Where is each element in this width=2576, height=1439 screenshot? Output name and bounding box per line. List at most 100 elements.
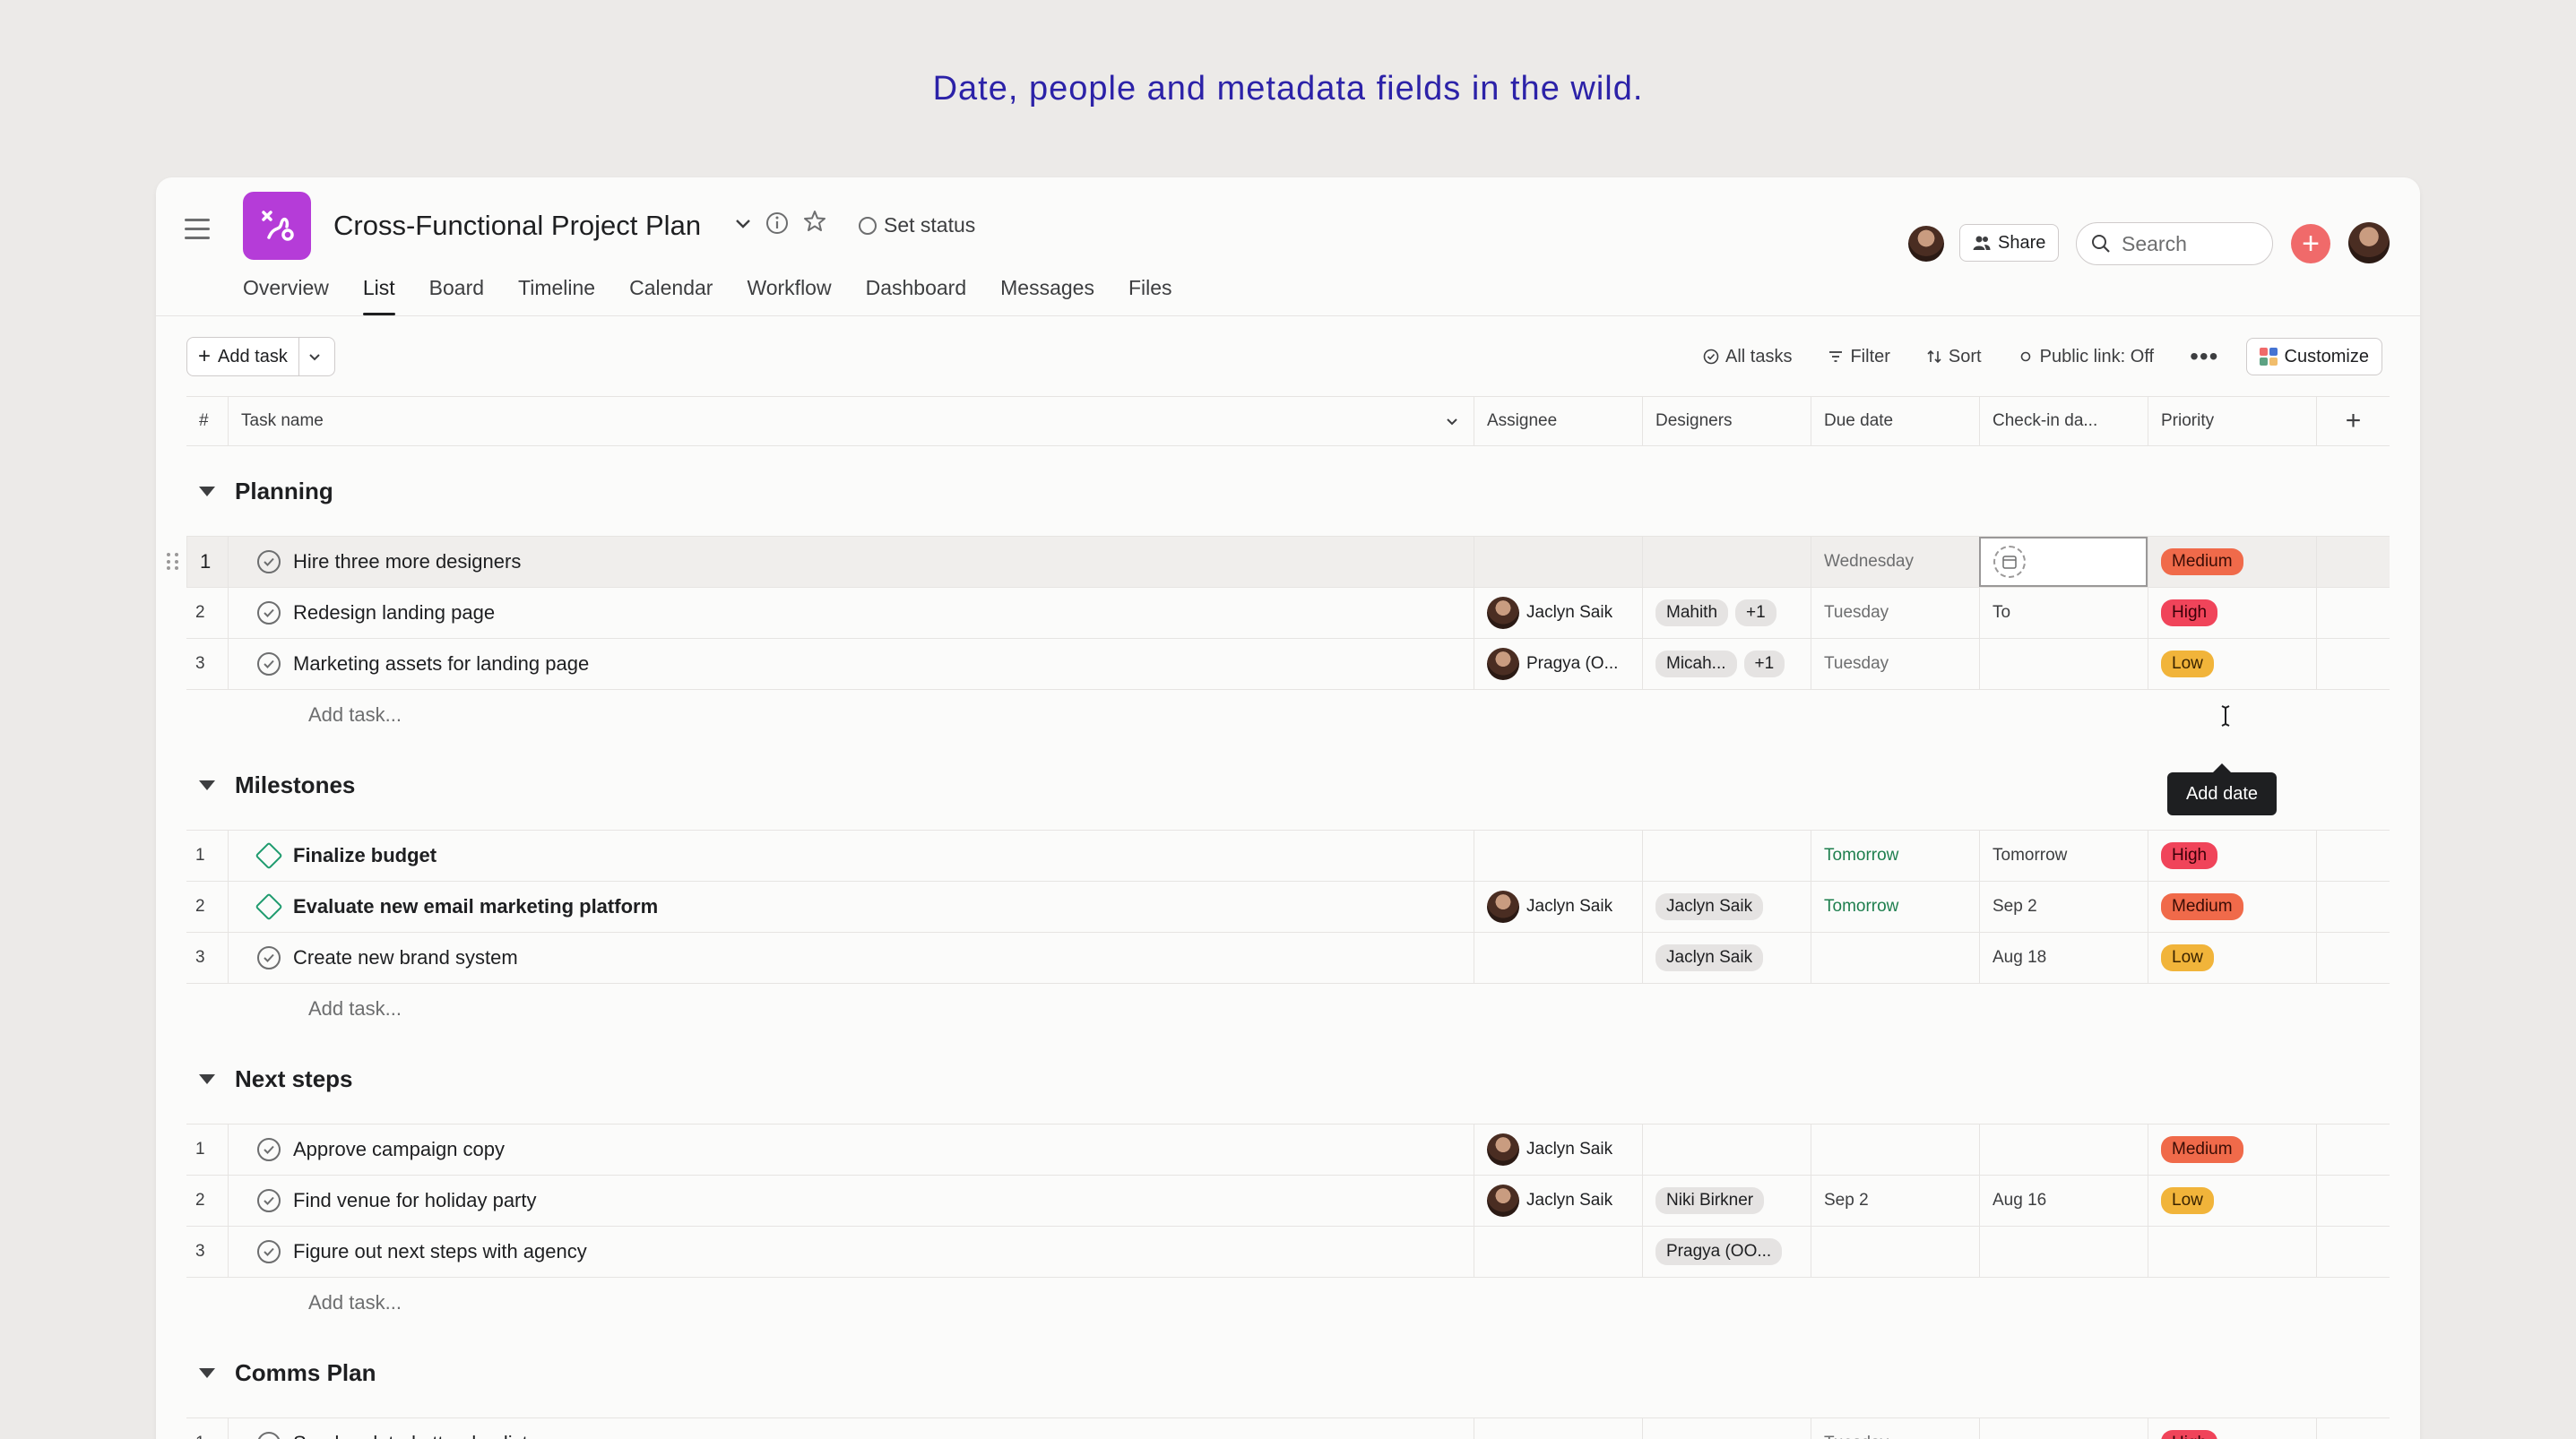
assignee-cell[interactable] (1474, 1227, 1642, 1277)
task-name-cell[interactable]: Evaluate new email marketing platform (228, 882, 1474, 932)
table-row[interactable]: 3 Figure out next steps with agency Pragya… (186, 1226, 2390, 1277)
tab-list[interactable]: List (346, 276, 412, 315)
table-row[interactable]: 2 Evaluate new email marketing platform Ja… (186, 881, 2390, 932)
task-name[interactable]: Evaluate new email marketing platform (293, 895, 658, 918)
due-date-cell[interactable]: Wednesday (1811, 537, 1979, 587)
priority-cell[interactable]: Medium (2148, 537, 2316, 587)
add-column-button[interactable]: + (2316, 397, 2390, 445)
task-name-cell[interactable]: Find venue for holiday party (228, 1176, 1474, 1226)
user-avatar[interactable] (2348, 222, 2390, 263)
designers-cell[interactable]: Jaclyn Saik (1642, 882, 1811, 932)
add-task-inline[interactable]: Add task... (186, 1277, 2390, 1328)
complete-check-icon[interactable] (257, 1138, 281, 1161)
designer-pill[interactable]: Pragya (OO... (1655, 1238, 1783, 1265)
due-date-cell[interactable]: Sep 2 (1811, 1176, 1979, 1226)
priority-badge[interactable]: High (2161, 1429, 2218, 1439)
create-plus-button[interactable]: + (2291, 224, 2330, 263)
complete-check-icon[interactable] (257, 601, 281, 625)
tab-files[interactable]: Files (1111, 276, 1189, 315)
due-date-cell[interactable] (1811, 933, 1979, 983)
public-link-button[interactable]: Public link: Off (2018, 347, 2154, 367)
assignee-cell[interactable] (1474, 537, 1642, 587)
check-in-date-cell[interactable]: Aug 16 (1979, 1176, 2148, 1226)
section-header[interactable]: Planning (186, 446, 2390, 536)
priority-badge[interactable]: Medium (2161, 1136, 2243, 1163)
priority-badge[interactable]: Medium (2161, 893, 2243, 920)
task-name-cell[interactable]: Approve campaign copy (228, 1124, 1474, 1175)
section-header[interactable]: Next steps (186, 1034, 2390, 1124)
task-name[interactable]: Find venue for holiday party (293, 1189, 537, 1212)
filter-button[interactable]: Filter (1828, 347, 1890, 367)
task-name-cell[interactable]: Figure out next steps with agency (228, 1227, 1474, 1277)
task-name-cell[interactable]: Marketing assets for landing page (228, 639, 1474, 689)
caret-down-icon[interactable] (199, 486, 215, 496)
add-task-inline[interactable]: Add task... (186, 689, 2390, 740)
project-title[interactable]: Cross-Functional Project Plan (333, 210, 701, 242)
task-name[interactable]: Finalize budget (293, 844, 437, 867)
assignee[interactable]: Jaclyn Saik (1487, 1133, 1612, 1166)
table-row[interactable]: 2 Redesign landing page Jaclyn Saik Mahith +… (186, 587, 2390, 638)
priority-cell[interactable]: High (2148, 831, 2316, 881)
priority-cell[interactable]: Medium (2148, 1124, 2316, 1175)
set-status-button[interactable]: Set status (859, 213, 975, 237)
sort-button[interactable]: Sort (1926, 347, 1982, 367)
complete-check-icon[interactable] (257, 1189, 281, 1212)
milestone-diamond-icon[interactable] (255, 892, 283, 921)
check-in-date-cell[interactable]: Tomorrow (1979, 831, 2148, 881)
designers-cell[interactable] (1642, 1124, 1811, 1175)
designers-cell[interactable]: Mahith +1 (1642, 588, 1811, 638)
priority-badge[interactable]: High (2161, 842, 2218, 869)
section-header[interactable]: Comms Plan (186, 1328, 2390, 1417)
table-row[interactable]: 1 Approve campaign copy Jaclyn Saik Medium (186, 1124, 2390, 1175)
priority-cell[interactable]: High (2148, 1418, 2316, 1439)
column-due-date[interactable]: Due date (1811, 397, 1979, 445)
milestone-diamond-icon[interactable] (255, 841, 283, 870)
tab-messages[interactable]: Messages (983, 276, 1111, 315)
member-avatar[interactable] (1908, 226, 1944, 262)
tab-overview[interactable]: Overview (243, 276, 346, 315)
task-name[interactable]: Figure out next steps with agency (293, 1240, 587, 1263)
designers-cell[interactable] (1642, 831, 1811, 881)
complete-check-icon[interactable] (257, 946, 281, 969)
caret-down-icon[interactable] (199, 1073, 215, 1084)
column-assignee[interactable]: Assignee (1474, 397, 1642, 445)
task-name[interactable]: Create new brand system (293, 946, 518, 969)
designers-cell[interactable]: Micah... +1 (1642, 639, 1811, 689)
check-in-date-cell[interactable] (1979, 1124, 2148, 1175)
task-name[interactable]: Approve campaign copy (293, 1138, 505, 1161)
complete-check-icon[interactable] (257, 652, 281, 676)
assignee[interactable]: Jaclyn Saik (1487, 597, 1612, 629)
tab-calendar[interactable]: Calendar (612, 276, 730, 315)
assignee-cell[interactable] (1474, 1418, 1642, 1439)
add-task-button[interactable]: + Add task (186, 337, 335, 376)
priority-cell[interactable]: Low (2148, 639, 2316, 689)
search-input[interactable]: Search (2076, 222, 2273, 265)
task-name-cell[interactable]: Create new brand system (228, 933, 1474, 983)
designers-cell[interactable] (1642, 537, 1811, 587)
task-name-cell[interactable]: Redesign landing page (228, 588, 1474, 638)
tab-timeline[interactable]: Timeline (501, 276, 612, 315)
column-check-in-date[interactable]: Check-in da... (1979, 397, 2148, 445)
designer-pill[interactable]: Micah... (1655, 651, 1737, 677)
assignee-cell[interactable]: Jaclyn Saik (1474, 1176, 1642, 1226)
priority-cell[interactable]: Low (2148, 1176, 2316, 1226)
column-priority[interactable]: Priority (2148, 397, 2316, 445)
caret-down-icon[interactable] (199, 1367, 215, 1378)
designers-cell[interactable] (1642, 1418, 1811, 1439)
designer-pill[interactable]: Niki Birkner (1655, 1187, 1765, 1214)
assignee[interactable]: Pragya (O... (1487, 648, 1618, 680)
drag-handle-icon[interactable] (167, 553, 179, 571)
due-date-cell[interactable]: Tomorrow (1811, 882, 1979, 932)
share-button[interactable]: Share (1959, 224, 2060, 262)
table-row[interactable]: 1 Finalize budget Tomorrow Tomorrow High (186, 830, 2390, 881)
due-date-cell[interactable] (1811, 1124, 1979, 1175)
designer-pill[interactable]: Mahith (1655, 599, 1729, 626)
priority-badge[interactable]: Low (2161, 944, 2214, 971)
assignee-cell[interactable]: Jaclyn Saik (1474, 588, 1642, 638)
priority-badge[interactable]: High (2161, 599, 2218, 626)
check-in-date-cell[interactable] (1979, 1227, 2148, 1277)
column-task-name[interactable]: Task name (228, 397, 1474, 445)
check-in-date-cell[interactable]: Aug 18 (1979, 933, 2148, 983)
assignee[interactable]: Jaclyn Saik (1487, 891, 1612, 923)
check-in-date-cell[interactable]: To (1979, 588, 2148, 638)
